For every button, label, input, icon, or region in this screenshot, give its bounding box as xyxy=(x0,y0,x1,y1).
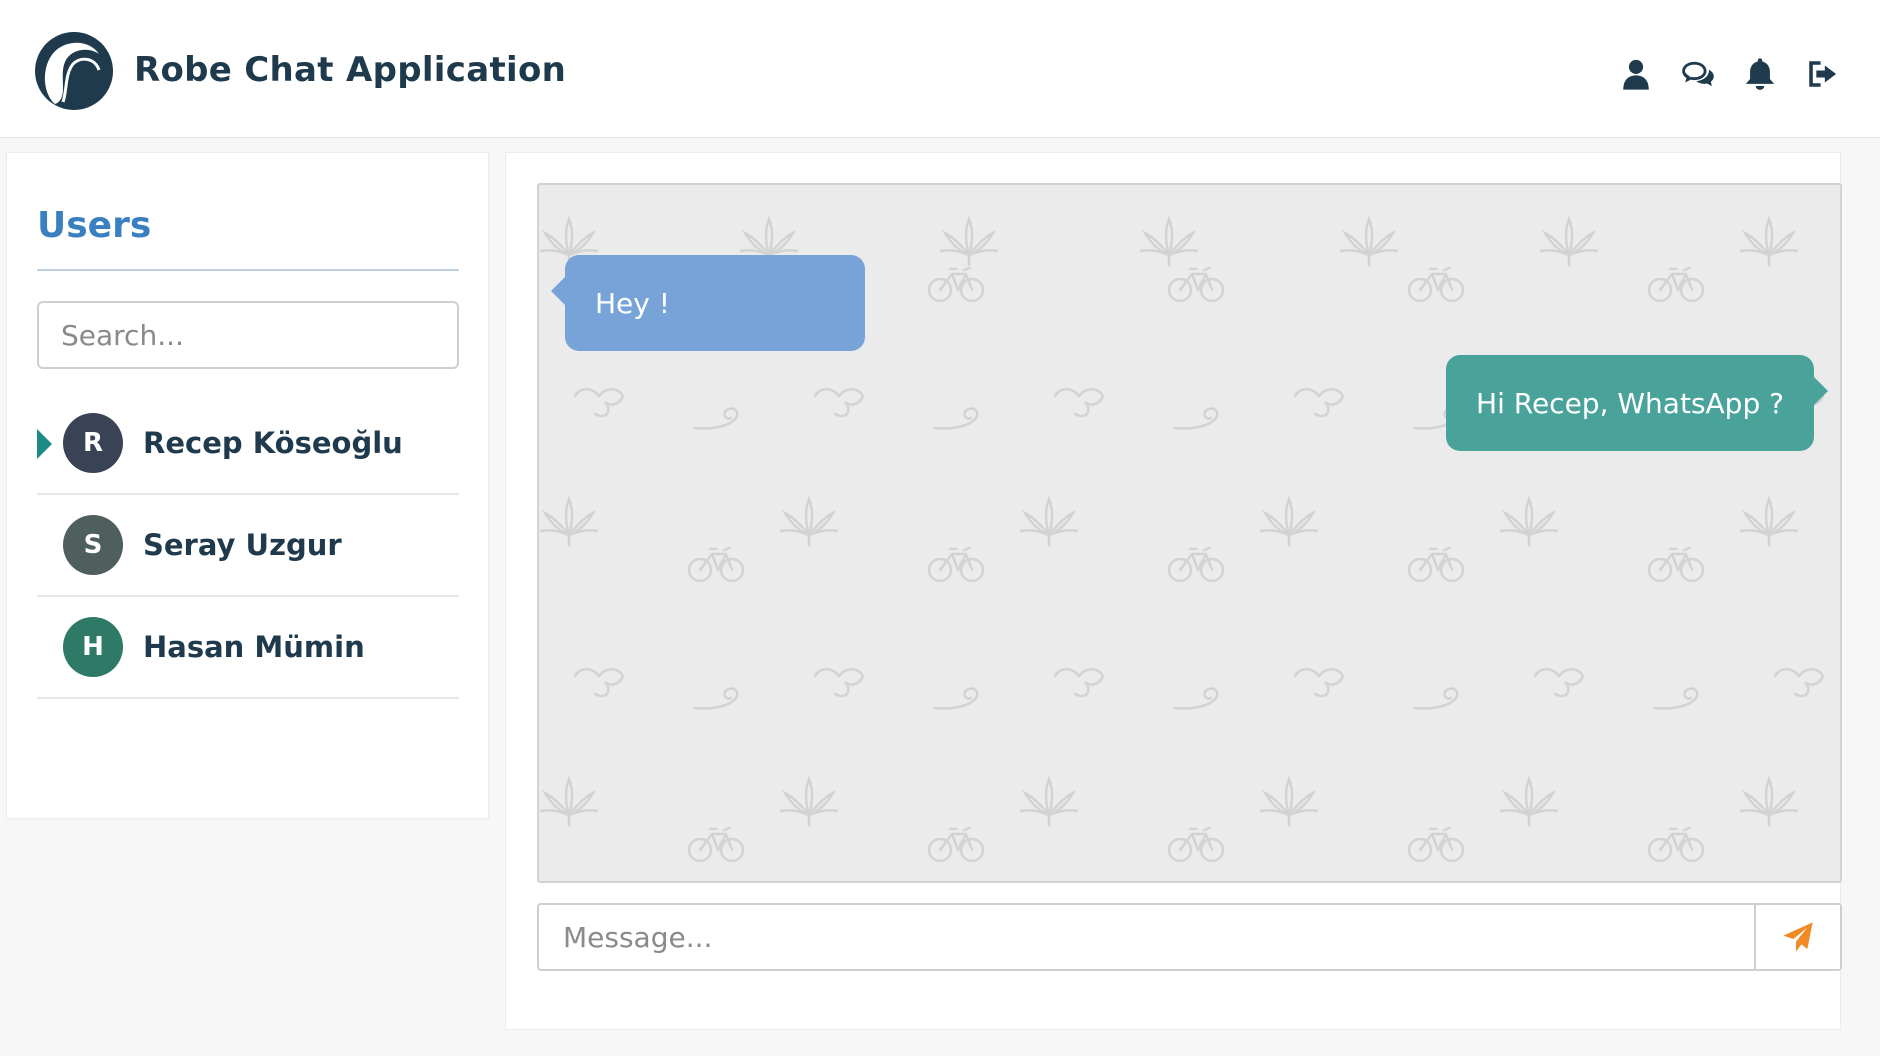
user-name: Seray Uzgur xyxy=(143,528,342,562)
paper-plane-icon xyxy=(1783,922,1813,952)
users-divider xyxy=(37,269,459,271)
users-sidebar: Users R Recep Köseoğlu S Seray Uzgur H H… xyxy=(6,152,489,819)
outgoing-message: Hi Recep, WhatsApp ? xyxy=(1446,355,1828,451)
avatar: S xyxy=(63,515,123,575)
user-name: Hasan Mümin xyxy=(143,630,365,664)
chat-panel: Hey ! Hi Recep, WhatsApp ? xyxy=(505,152,1842,1030)
user-item-hasan[interactable]: H Hasan Mümin xyxy=(37,597,459,699)
user-icon xyxy=(1623,59,1649,90)
user-name: Recep Köseoğlu xyxy=(143,426,403,460)
conversations-button[interactable] xyxy=(1678,54,1718,94)
chat-bubbles-icon xyxy=(1682,61,1714,87)
user-list: R Recep Köseoğlu S Seray Uzgur H Hasan M… xyxy=(37,393,459,699)
message-composer xyxy=(537,903,1842,971)
avatar: R xyxy=(63,413,123,473)
user-item-recep[interactable]: R Recep Köseoğlu xyxy=(37,393,459,495)
incoming-message: Hey ! xyxy=(551,255,865,351)
app-title: Robe Chat Application xyxy=(134,50,567,90)
send-button[interactable] xyxy=(1754,905,1840,969)
message-history[interactable]: Hey ! Hi Recep, WhatsApp ? xyxy=(537,183,1842,883)
avatar: H xyxy=(63,617,123,677)
user-search-input[interactable] xyxy=(37,301,459,369)
profile-button[interactable] xyxy=(1616,54,1656,94)
notifications-button[interactable] xyxy=(1740,54,1780,94)
app-header: Robe Chat Application xyxy=(0,0,1880,138)
logout-button[interactable] xyxy=(1802,54,1842,94)
bell-icon xyxy=(1745,58,1775,90)
app-logo-icon xyxy=(35,32,113,110)
user-item-seray[interactable]: S Seray Uzgur xyxy=(37,495,459,597)
users-heading: Users xyxy=(37,205,152,246)
header-actions xyxy=(1616,52,1842,96)
message-input[interactable] xyxy=(539,905,1756,969)
sign-out-icon xyxy=(1809,61,1837,87)
